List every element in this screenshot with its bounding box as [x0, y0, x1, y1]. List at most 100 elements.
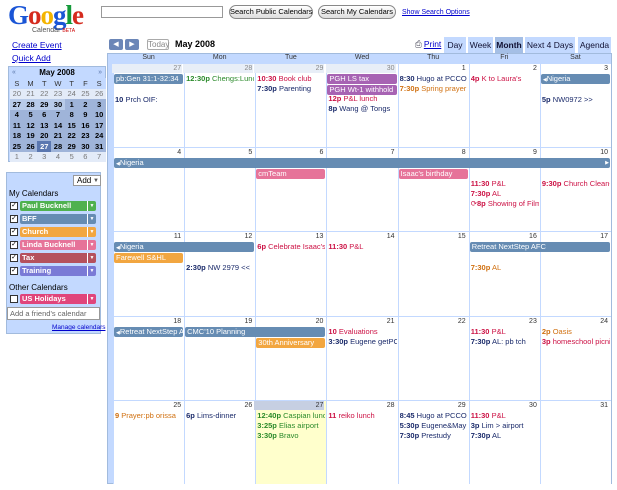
timed-event[interactable]: 12:30p Chengs:Lunch: [186, 74, 254, 83]
timed-event[interactable]: 7:30p Spring prayer: [400, 84, 468, 93]
timed-event[interactable]: 3p Lim > airport: [471, 421, 539, 430]
timed-event[interactable]: 11:30 P&L: [471, 327, 539, 336]
calendar-item[interactable]: ✓ Training ▼: [10, 265, 101, 276]
timed-event[interactable]: 6p Celebrate Isaac's: [257, 242, 325, 251]
view-tab-week[interactable]: Week: [468, 37, 493, 53]
mini-day[interactable]: 10: [92, 109, 106, 120]
calendar-checkbox[interactable]: ✓: [10, 214, 18, 223]
calendar-menu-icon[interactable]: ▼: [87, 200, 96, 211]
mini-day[interactable]: 4: [51, 151, 65, 162]
mini-day[interactable]: 3: [92, 99, 106, 110]
timed-event[interactable]: 11:30 P&L: [328, 242, 396, 251]
mini-day[interactable]: 23: [51, 88, 65, 99]
view-tab-agenda[interactable]: Agenda: [578, 37, 611, 53]
calendar-item[interactable]: ✓ Paul Bucknell ▼: [10, 200, 101, 211]
day-number[interactable]: 21: [326, 317, 396, 326]
mini-day[interactable]: 25: [10, 141, 24, 152]
mini-day[interactable]: 17: [92, 120, 106, 131]
manage-calendars-link[interactable]: Manage calendars: [52, 324, 105, 331]
timed-event[interactable]: 7:30p AL: pb tch: [471, 337, 539, 346]
timed-event[interactable]: 5:30p Eugene&May: [400, 421, 468, 430]
print-link[interactable]: ⎙ Print: [415, 39, 441, 50]
day-number[interactable]: 22: [397, 317, 467, 326]
calendar-item[interactable]: ✓ Tax ▼: [10, 252, 101, 263]
mini-day[interactable]: 21: [23, 88, 38, 99]
show-search-options-link[interactable]: Show Search Options: [402, 9, 470, 16]
mini-day[interactable]: 6: [78, 151, 93, 162]
day-number[interactable]: 26: [183, 401, 253, 410]
timed-event[interactable]: 2p Oasis: [542, 327, 610, 336]
add-friend-calendar-input[interactable]: Add a friend's calendar: [7, 307, 100, 320]
mini-day[interactable]: 1: [10, 151, 24, 162]
timed-event[interactable]: 2:30p NW 2979 <<: [186, 263, 254, 272]
mini-day[interactable]: 14: [51, 120, 65, 131]
day-number[interactable]: 24: [539, 317, 609, 326]
calendar-checkbox[interactable]: ✓: [10, 227, 18, 236]
timed-event[interactable]: 7:30p AL: [471, 263, 539, 272]
all-day-event[interactable]: 30th Anniversary: [256, 337, 326, 348]
mini-day[interactable]: 27: [10, 99, 24, 110]
calendar-item[interactable]: US Holidays ▼: [10, 293, 101, 304]
timed-event[interactable]: 3:30p Eugene getPCO: [328, 337, 396, 346]
timed-event[interactable]: 8p Wang @ Tongs: [328, 104, 396, 113]
mini-day[interactable]: 30: [78, 141, 93, 152]
calendar-checkbox[interactable]: ✓: [10, 266, 18, 275]
view-tab-next-4-days[interactable]: Next 4 Days: [525, 37, 575, 53]
timed-event[interactable]: 12:40p Caspian lunch: [257, 411, 325, 420]
mini-day[interactable]: 12: [23, 120, 38, 131]
timed-event[interactable]: 11:30 P&L: [471, 179, 539, 188]
mini-day[interactable]: 21: [51, 130, 65, 141]
all-day-event[interactable]: ◀Nigeria ▶: [114, 158, 610, 169]
timed-event[interactable]: 11:30 P&L: [471, 411, 539, 420]
calendar-menu-icon[interactable]: ▼: [87, 252, 96, 263]
day-number[interactable]: 29: [397, 401, 467, 410]
all-day-event[interactable]: ◀Nigeria: [540, 74, 610, 84]
timed-event[interactable]: 7:30p AL: [471, 189, 539, 198]
day-number[interactable]: 16: [468, 232, 538, 241]
timed-event[interactable]: 10:30 Book club: [257, 74, 325, 83]
timed-event[interactable]: 7:30p Prestudy: [400, 431, 468, 440]
calendar-item[interactable]: ✓ Linda Bucknell ▼: [10, 239, 101, 250]
calendar-menu-icon[interactable]: ▼: [87, 239, 96, 250]
day-number[interactable]: 28: [326, 401, 396, 410]
day-number[interactable]: 12: [183, 232, 253, 241]
timed-event[interactable]: 5p NW0972 >>: [542, 95, 610, 104]
search-my-calendars-button[interactable]: Search My Calendars: [318, 5, 396, 19]
mini-day[interactable]: 25: [78, 88, 93, 99]
timed-event[interactable]: 9 Prayer:pb orissa: [115, 411, 183, 420]
mini-prev-month-icon[interactable]: «: [12, 69, 16, 76]
mini-day[interactable]: 20: [10, 88, 24, 99]
day-number[interactable]: 14: [326, 232, 396, 241]
day-number[interactable]: 25: [112, 401, 182, 410]
day-cell[interactable]: 31: [539, 400, 611, 484]
calendar-menu-icon[interactable]: ▼: [87, 265, 96, 276]
day-number[interactable]: 19: [183, 317, 253, 326]
timed-event[interactable]: 4p K to Laura's: [471, 74, 539, 83]
search-public-calendars-button[interactable]: Search Public Calendars: [229, 5, 313, 19]
day-cell[interactable]: 15: [397, 232, 469, 316]
day-number[interactable]: 20: [254, 317, 324, 326]
add-calendar-button[interactable]: Add ▼: [73, 175, 101, 186]
day-number[interactable]: 4: [112, 148, 182, 157]
timed-event[interactable]: ⟳8p Showing of Film: [471, 199, 539, 208]
mini-day[interactable]: 13: [37, 120, 52, 131]
create-event-link[interactable]: Create Event: [12, 40, 62, 50]
today-button[interactable]: Today: [147, 39, 169, 50]
timed-event[interactable]: 3:30p Bravo: [257, 431, 325, 440]
mini-day[interactable]: 28: [23, 99, 38, 110]
mini-day[interactable]: 11: [10, 120, 24, 131]
search-input[interactable]: [101, 6, 223, 18]
timed-event[interactable]: 10 Evaluations: [328, 327, 396, 336]
mini-day[interactable]: 1: [64, 99, 79, 110]
day-number[interactable]: 13: [254, 232, 324, 241]
calendar-item[interactable]: ✓ BFF ▼: [10, 213, 101, 224]
mini-day[interactable]: 31: [92, 141, 106, 152]
all-day-event[interactable]: PGH LS tax: [327, 74, 397, 84]
mini-day[interactable]: 29: [64, 141, 79, 152]
timed-event[interactable]: 12p P&L lunch: [328, 94, 396, 103]
calendar-checkbox[interactable]: ✓: [10, 253, 18, 262]
mini-day[interactable]: 27: [37, 141, 52, 152]
day-number[interactable]: 30: [325, 64, 396, 73]
mini-day[interactable]: 18: [10, 130, 24, 141]
mini-day[interactable]: 30: [51, 99, 65, 110]
